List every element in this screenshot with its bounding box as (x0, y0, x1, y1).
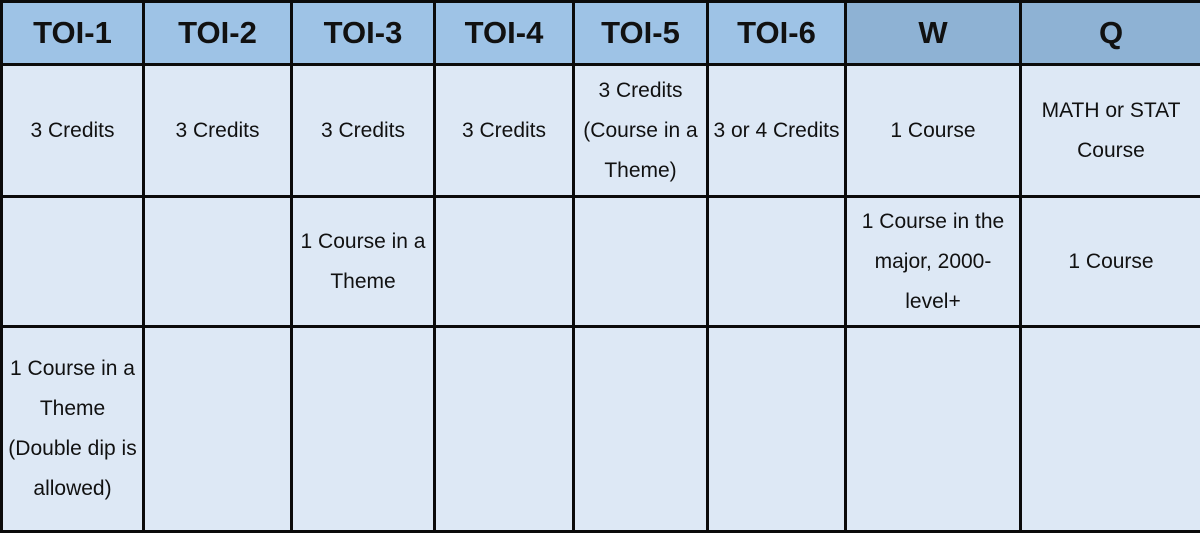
table-cell: 1 Course (1019, 195, 1200, 328)
table-cell (572, 324, 709, 533)
header-toi-5: TOI-5 (572, 0, 709, 66)
table-cell: 1 Course in the major, 2000-level+ (844, 195, 1022, 328)
header-toi-6: TOI-6 (706, 0, 847, 66)
table-cell: 1 Course in a Theme (290, 195, 436, 328)
table-row: 3 Credits 3 Credits 3 Credits 3 Credits … (0, 62, 1200, 199)
table-cell (1019, 324, 1200, 533)
table-row: 1 Course in a Theme (Double dip is allow… (0, 324, 1200, 533)
table-cell (706, 324, 847, 533)
header-toi-4: TOI-4 (433, 0, 575, 66)
table-cell: 3 Credits (142, 62, 293, 199)
header-q: Q (1019, 0, 1200, 66)
table-cell (142, 195, 293, 328)
table-cell: MATH or STAT Course (1019, 62, 1200, 199)
header-row: TOI-1 TOI-2 TOI-3 TOI-4 TOI-5 TOI-6 W Q (0, 0, 1200, 66)
header-toi-1: TOI-1 (0, 0, 145, 66)
table-cell (706, 195, 847, 328)
table-cell: 3 Credits (433, 62, 575, 199)
table-cell (572, 195, 709, 328)
table-cell (433, 195, 575, 328)
table-row: 1 Course in a Theme 1 Course in the majo… (0, 195, 1200, 328)
table-cell (433, 324, 575, 533)
table-cell (844, 324, 1022, 533)
table-cell: 3 Credits (290, 62, 436, 199)
table-cell: 1 Course in a Theme (Double dip is allow… (0, 324, 145, 533)
table-cell: 3 or 4 Credits (706, 62, 847, 199)
header-toi-2: TOI-2 (142, 0, 293, 66)
table-cell (142, 324, 293, 533)
table-cell: 3 Credits (0, 62, 145, 199)
requirements-table: TOI-1 TOI-2 TOI-3 TOI-4 TOI-5 TOI-6 W Q … (0, 0, 1200, 533)
table-cell: 1 Course (844, 62, 1022, 199)
table-cell (290, 324, 436, 533)
header-w: W (844, 0, 1022, 66)
table-cell: 3 Credits (Course in a Theme) (572, 62, 709, 199)
table-cell (0, 195, 145, 328)
header-toi-3: TOI-3 (290, 0, 436, 66)
